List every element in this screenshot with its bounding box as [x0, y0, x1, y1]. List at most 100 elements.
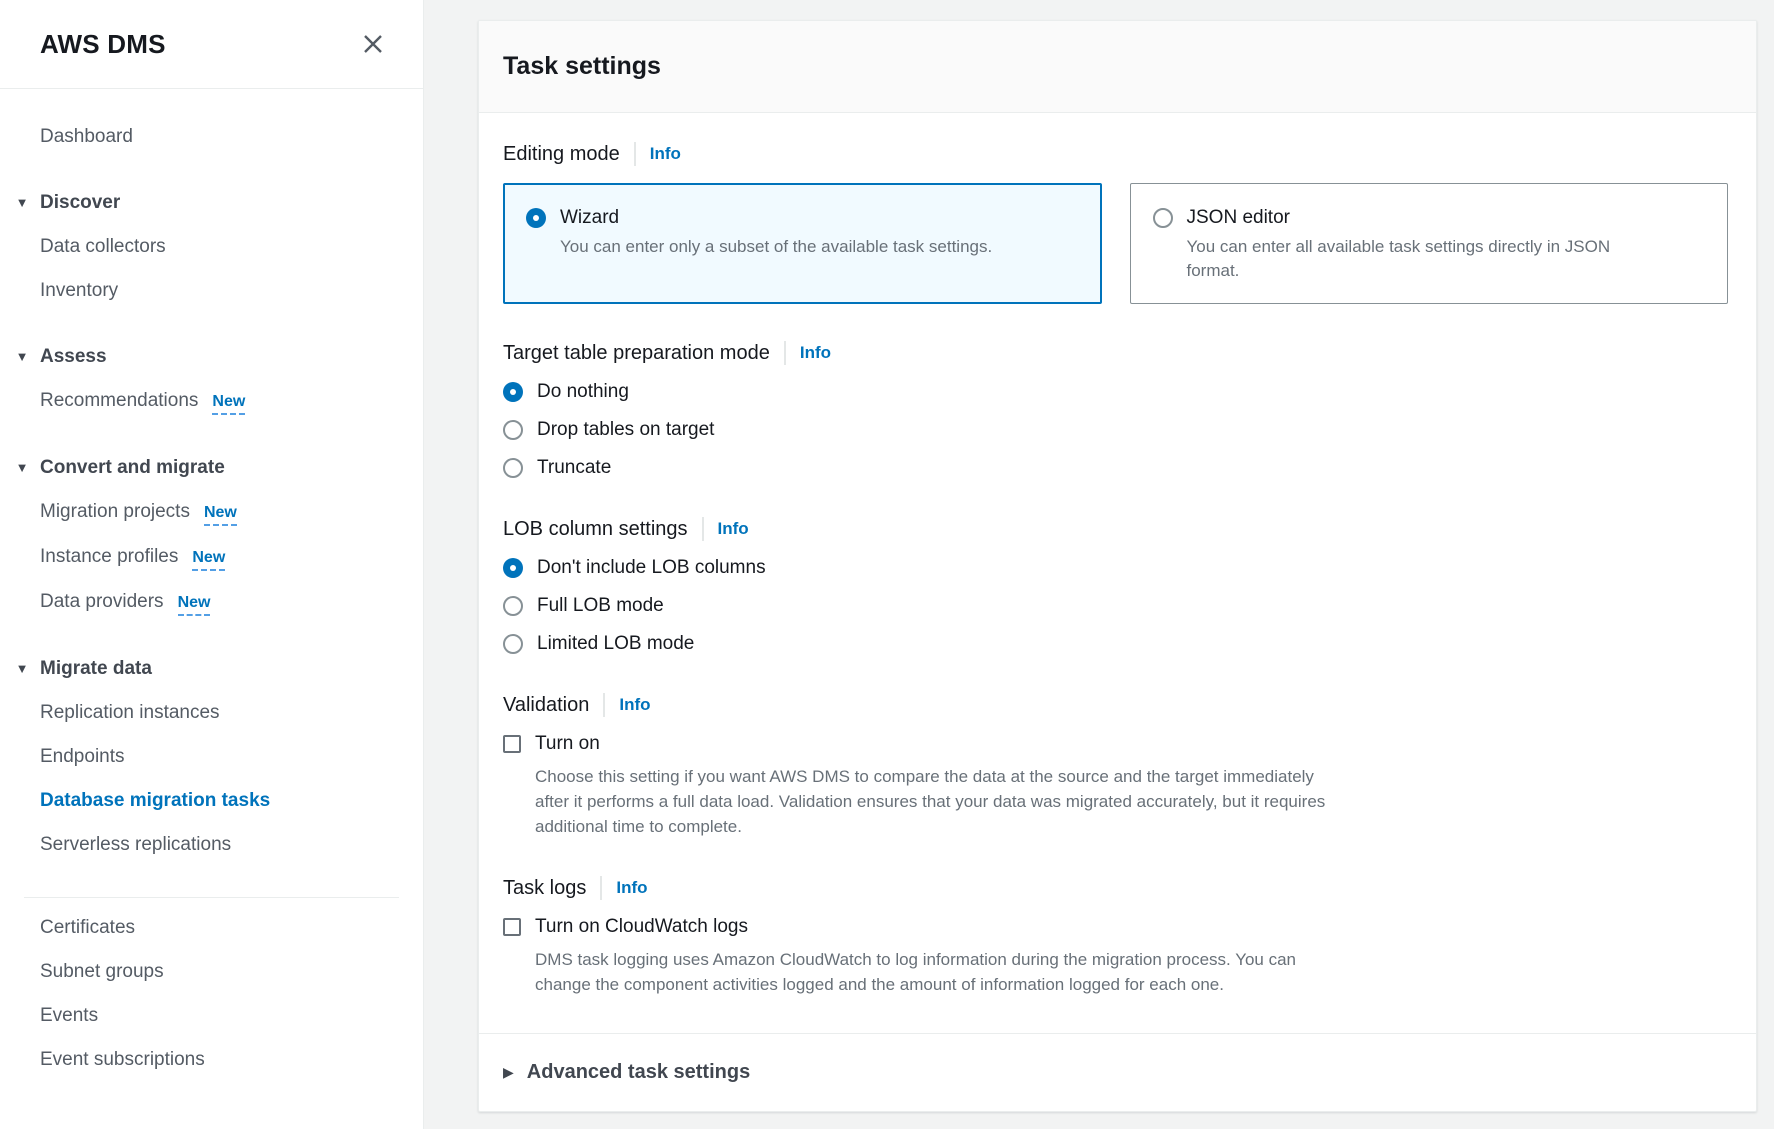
json-editor-radio[interactable]	[1153, 208, 1173, 228]
radio-label: Don't include LOB columns	[537, 556, 766, 580]
sidebar-item-recommendations[interactable]: Recommendations New	[0, 379, 423, 424]
section-label: Convert and migrate	[40, 457, 225, 479]
sidebar-item-label: Recommendations	[40, 390, 198, 411]
radio-icon[interactable]	[503, 458, 523, 478]
sidebar-item-serverless-replications[interactable]: Serverless replications	[0, 823, 423, 867]
checkbox-label: Turn on	[535, 732, 600, 756]
radio-icon[interactable]	[503, 558, 523, 578]
sidebar-item-database-migration-tasks[interactable]: Database migration tasks	[0, 779, 423, 823]
sidebar-item-certificates[interactable]: Certificates	[0, 906, 423, 950]
caret-down-icon: ▼	[14, 658, 30, 680]
sidebar-section-header-discover[interactable]: ▼ Discover	[0, 181, 423, 225]
wizard-tile-description: You can enter only a subset of the avail…	[560, 235, 992, 259]
page-title: Task settings	[503, 52, 1732, 81]
sidebar-item-label: Data providers	[40, 591, 164, 612]
sidebar-item-label: Migration projects	[40, 501, 190, 522]
new-badge[interactable]: New	[212, 393, 245, 415]
radio-label: Truncate	[537, 456, 611, 480]
radio-option-truncate[interactable]: Truncate	[503, 456, 1732, 480]
sidebar-section-header-convert-and-migrate[interactable]: ▼ Convert and migrate	[0, 446, 423, 490]
close-sidebar-button[interactable]	[357, 28, 389, 60]
checkbox-icon[interactable]	[503, 918, 521, 936]
checkbox-label: Turn on CloudWatch logs	[535, 915, 748, 939]
radio-label: Full LOB mode	[537, 594, 664, 618]
main-content: Task settings Editing mode Info Wizard Y…	[424, 0, 1774, 1129]
sidebar-item-subnet-groups[interactable]: Subnet groups	[0, 950, 423, 994]
sidebar-section-header-assess[interactable]: ▼ Assess	[0, 335, 423, 379]
validation-description: Choose this setting if you want AWS DMS …	[535, 764, 1732, 839]
radio-option-full-lob-mode[interactable]: Full LOB mode	[503, 594, 1732, 618]
task-logs-description: DMS task logging uses Amazon CloudWatch …	[535, 947, 1732, 997]
radio-label: Drop tables on target	[537, 418, 714, 442]
caret-right-icon: ▶	[503, 1064, 514, 1081]
description-line: format.	[1187, 259, 1611, 283]
caret-down-icon: ▼	[14, 192, 30, 214]
json-editor-tile-title: JSON editor	[1187, 204, 1611, 232]
sidebar-item-dashboard[interactable]: Dashboard	[0, 115, 423, 159]
new-badge[interactable]: New	[192, 549, 225, 571]
caret-down-icon: ▼	[14, 346, 30, 368]
radio-icon[interactable]	[503, 420, 523, 440]
advanced-task-settings-expander[interactable]: ▶ Advanced task settings	[479, 1033, 1756, 1111]
sidebar-item-data-collectors[interactable]: Data collectors	[0, 225, 423, 269]
sidebar-nav: Dashboard ▼ Discover Data collectors Inv…	[0, 89, 423, 1102]
info-link[interactable]: Info	[650, 142, 681, 166]
sidebar-section-assess: ▼ Assess Recommendations New	[0, 335, 423, 424]
task-settings-card: Task settings Editing mode Info Wizard Y…	[478, 20, 1757, 1112]
sidebar-item-events[interactable]: Events	[0, 994, 423, 1038]
radio-icon[interactable]	[503, 596, 523, 616]
new-badge[interactable]: New	[178, 594, 211, 616]
app-root: AWS DMS Dashboard ▼ Discover Data collec…	[0, 0, 1774, 1129]
json-editor-tile[interactable]: JSON editor You can enter all available …	[1130, 183, 1729, 304]
lob-settings-section: LOB column settings Info Don't include L…	[503, 516, 1732, 656]
validation-turn-on-checkbox-row[interactable]: Turn on	[503, 732, 1732, 756]
sidebar-item-endpoints[interactable]: Endpoints	[0, 735, 423, 779]
card-header: Task settings	[479, 21, 1756, 113]
cloudwatch-logs-checkbox-row[interactable]: Turn on CloudWatch logs	[503, 915, 1732, 939]
description-line: after it performs a full data load. Vali…	[535, 789, 1732, 814]
sidebar-item-label: Instance profiles	[40, 546, 178, 567]
task-logs-label: Task logs	[503, 875, 586, 901]
validation-label-row: Validation Info	[503, 692, 1732, 718]
sidebar-section-migrate-data: ▼ Migrate data Replication instances End…	[0, 647, 423, 867]
info-link[interactable]: Info	[718, 517, 749, 541]
wizard-tile[interactable]: Wizard You can enter only a subset of th…	[503, 183, 1102, 304]
editing-mode-label-row: Editing mode Info	[503, 141, 1732, 167]
radio-icon[interactable]	[503, 382, 523, 402]
checkbox-icon[interactable]	[503, 735, 521, 753]
validation-label: Validation	[503, 692, 589, 718]
radio-option-dont-include-lob[interactable]: Don't include LOB columns	[503, 556, 1732, 580]
info-link[interactable]: Info	[800, 341, 831, 365]
sidebar-item-event-subscriptions[interactable]: Event subscriptions	[0, 1038, 423, 1082]
wizard-tile-title: Wizard	[560, 204, 992, 232]
description-line: additional time to complete.	[535, 814, 1732, 839]
card-body: Editing mode Info Wizard You can enter o…	[479, 113, 1756, 1033]
info-link[interactable]: Info	[616, 876, 647, 900]
section-label: Assess	[40, 346, 107, 368]
label-separator	[600, 876, 602, 900]
label-separator	[634, 142, 636, 166]
description-line: change the component activities logged a…	[535, 972, 1732, 997]
new-badge[interactable]: New	[204, 504, 237, 526]
sidebar-divider	[24, 897, 399, 898]
task-logs-section: Task logs Info Turn on CloudWatch logs D…	[503, 875, 1732, 997]
sidebar-item-instance-profiles[interactable]: Instance profiles New	[0, 535, 423, 580]
sidebar-item-data-providers[interactable]: Data providers New	[0, 580, 423, 625]
sidebar-item-inventory[interactable]: Inventory	[0, 269, 423, 313]
lob-settings-label: LOB column settings	[503, 516, 688, 542]
wizard-radio[interactable]	[526, 208, 546, 228]
section-label: Discover	[40, 192, 120, 214]
radio-option-limited-lob-mode[interactable]: Limited LOB mode	[503, 632, 1732, 656]
radio-option-drop-tables-on-target[interactable]: Drop tables on target	[503, 418, 1732, 442]
sidebar-section-header-migrate-data[interactable]: ▼ Migrate data	[0, 647, 423, 691]
editing-mode-label: Editing mode	[503, 141, 620, 167]
task-logs-label-row: Task logs Info	[503, 875, 1732, 901]
radio-option-do-nothing[interactable]: Do nothing	[503, 380, 1732, 404]
caret-down-icon: ▼	[14, 457, 30, 479]
info-link[interactable]: Info	[619, 693, 650, 717]
sidebar-item-replication-instances[interactable]: Replication instances	[0, 691, 423, 735]
advanced-task-settings-label: Advanced task settings	[527, 1061, 750, 1084]
radio-icon[interactable]	[503, 634, 523, 654]
sidebar-item-migration-projects[interactable]: Migration projects New	[0, 490, 423, 535]
json-editor-tile-description: You can enter all available task setting…	[1187, 235, 1611, 283]
